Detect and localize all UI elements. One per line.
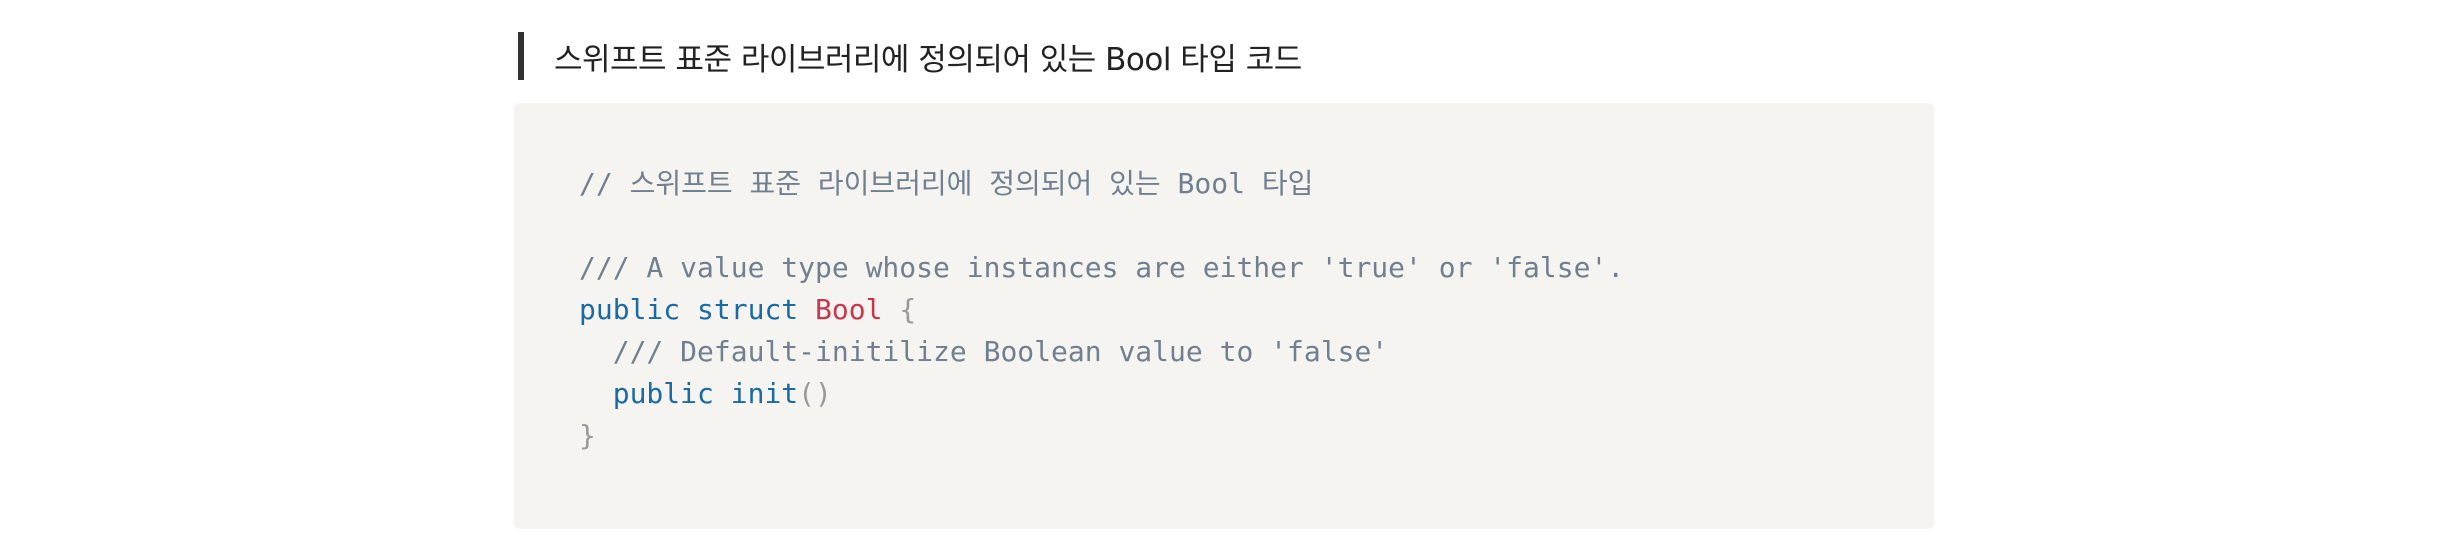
doc-comment: /// Default-initilize Boolean value to '… xyxy=(612,335,1389,368)
type-name: Bool xyxy=(815,293,883,326)
code-line-3: /// A value type whose instances are eit… xyxy=(579,247,1624,289)
section-heading: 스위프트 표준 라이브러리에 정의되어 있는 Bool 타입 코드 xyxy=(518,32,1302,80)
code-block: // 스위프트 표준 라이브러리에 정의되어 있는 Bool 타입 /// A v… xyxy=(514,103,1934,529)
close-brace: } xyxy=(579,419,596,452)
heading-accent-bar xyxy=(518,32,524,80)
heading-title: 스위프트 표준 라이브러리에 정의되어 있는 Bool 타입 코드 xyxy=(554,41,1302,78)
keyword-init: init xyxy=(730,377,799,410)
code-line-2-empty xyxy=(579,205,1624,247)
page: 스위프트 표준 라이브러리에 정의되어 있는 Bool 타입 코드 // 스위프… xyxy=(0,0,2444,552)
code-line-1: // 스위프트 표준 라이브러리에 정의되어 있는 Bool 타입 xyxy=(579,163,1624,205)
keyword-public: public xyxy=(612,377,714,410)
code-line-5: /// Default-initilize Boolean value to '… xyxy=(579,331,1624,373)
code-content: // 스위프트 표준 라이브러리에 정의되어 있는 Bool 타입 /// A v… xyxy=(579,163,1624,457)
code-line-6: public init() xyxy=(579,373,1624,415)
code-line-4: public struct Bool { xyxy=(579,289,1624,331)
keyword-public: public xyxy=(579,293,681,326)
open-brace: { xyxy=(899,293,917,326)
doc-comment: /// A value type whose instances are eit… xyxy=(579,251,1625,284)
code-line-7: } xyxy=(579,415,1624,457)
code-comment: // 스위프트 표준 라이브러리에 정의되어 있는 Bool 타입 xyxy=(579,167,1314,200)
keyword-struct: struct xyxy=(697,293,799,326)
parentheses: () xyxy=(798,377,832,410)
